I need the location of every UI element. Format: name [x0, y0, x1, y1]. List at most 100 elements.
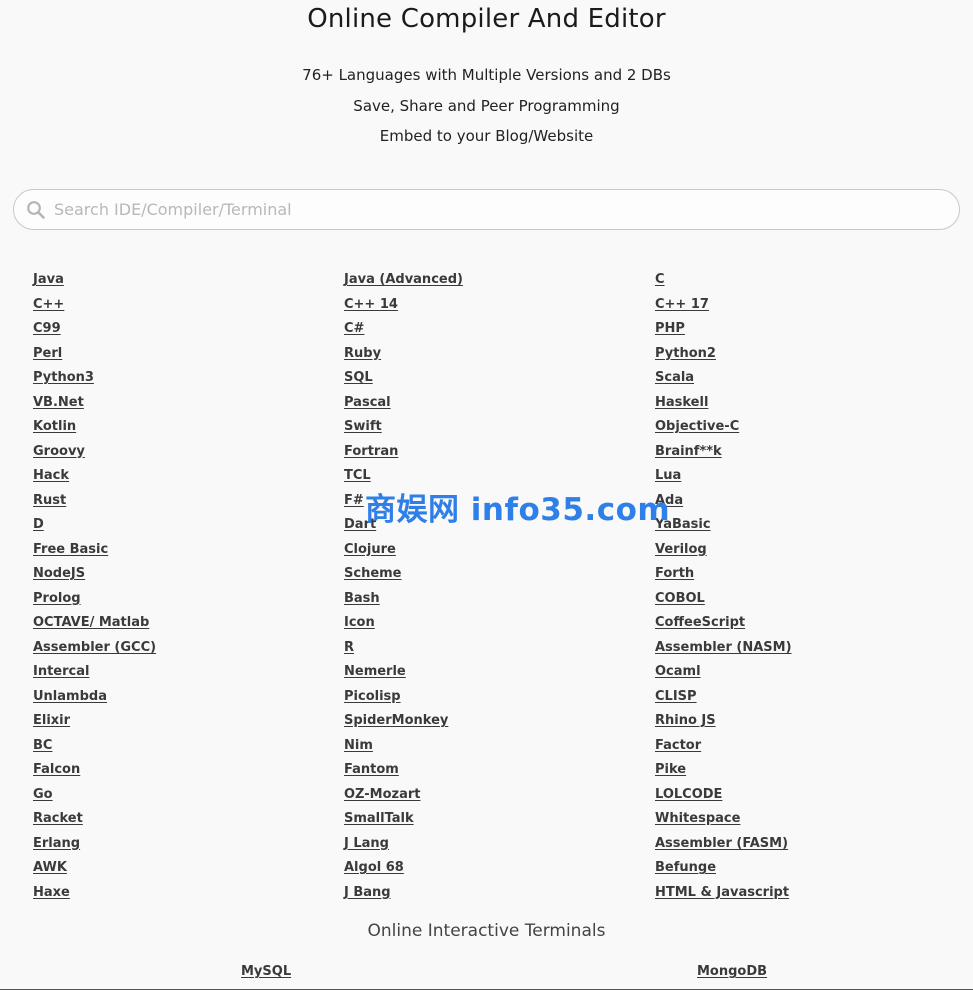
language-link[interactable]: D	[33, 517, 44, 532]
language-link[interactable]: Prolog	[33, 591, 81, 606]
language-link[interactable]: Go	[33, 787, 53, 802]
language-link[interactable]: Hack	[33, 468, 69, 483]
language-link[interactable]: C++ 17	[655, 297, 709, 312]
language-link[interactable]: PHP	[655, 321, 685, 336]
language-link[interactable]: Unlambda	[33, 689, 107, 704]
language-link[interactable]: CoffeeScript	[655, 615, 745, 630]
list-item: SpiderMonkey	[344, 709, 463, 734]
language-link[interactable]: Python3	[33, 370, 94, 385]
language-link[interactable]: Swift	[344, 419, 382, 434]
language-link[interactable]: Ocaml	[655, 664, 701, 679]
language-link[interactable]: Java	[33, 272, 64, 287]
language-link[interactable]: Free Basic	[33, 542, 108, 557]
language-link[interactable]: Groovy	[33, 444, 85, 459]
language-link[interactable]: C99	[33, 321, 61, 336]
list-item: HTML & Javascript	[655, 881, 792, 906]
language-link[interactable]: SmallTalk	[344, 811, 414, 826]
language-link[interactable]: Intercal	[33, 664, 89, 679]
language-link[interactable]: Haxe	[33, 885, 70, 900]
list-item: VB.Net	[33, 391, 156, 416]
language-link[interactable]: YaBasic	[655, 517, 711, 532]
language-link[interactable]: Picolisp	[344, 689, 401, 704]
search-input[interactable]	[54, 190, 944, 229]
language-link[interactable]: COBOL	[655, 591, 705, 606]
language-link[interactable]: Assembler (FASM)	[655, 836, 788, 851]
language-link[interactable]: Icon	[344, 615, 375, 630]
language-link[interactable]: Fantom	[344, 762, 399, 777]
language-link[interactable]: Rust	[33, 493, 66, 508]
terminal-link-mysql[interactable]: MySQL	[241, 964, 291, 979]
list-item: Bash	[344, 587, 463, 612]
language-link[interactable]: Whitespace	[655, 811, 740, 826]
language-link[interactable]: C	[655, 272, 665, 287]
list-item: J Bang	[344, 881, 463, 906]
language-link[interactable]: Elixir	[33, 713, 70, 728]
list-item: Brainf**k	[655, 440, 792, 465]
search-box[interactable]	[13, 189, 960, 230]
list-item: J Lang	[344, 832, 463, 857]
language-link[interactable]: SQL	[344, 370, 373, 385]
language-link[interactable]: Falcon	[33, 762, 80, 777]
language-link[interactable]: Pascal	[344, 395, 391, 410]
language-link[interactable]: OZ-Mozart	[344, 787, 420, 802]
language-link[interactable]: OCTAVE/ Matlab	[33, 615, 149, 630]
language-link[interactable]: C#	[344, 321, 364, 336]
list-item: Free Basic	[33, 538, 156, 563]
list-item: D	[33, 513, 156, 538]
language-link[interactable]: Scala	[655, 370, 694, 385]
language-link[interactable]: Factor	[655, 738, 701, 753]
language-link[interactable]: Ada	[655, 493, 683, 508]
list-item: Rhino JS	[655, 709, 792, 734]
language-link[interactable]: Java (Advanced)	[344, 272, 463, 287]
language-link[interactable]: VB.Net	[33, 395, 84, 410]
list-item: YaBasic	[655, 513, 792, 538]
language-link[interactable]: Befunge	[655, 860, 716, 875]
language-link[interactable]: CLISP	[655, 689, 697, 704]
language-link[interactable]: Dart	[344, 517, 376, 532]
language-link[interactable]: C++	[33, 297, 64, 312]
language-link[interactable]: Perl	[33, 346, 62, 361]
language-link[interactable]: Haskell	[655, 395, 708, 410]
list-item: C#	[344, 317, 463, 342]
language-link[interactable]: Pike	[655, 762, 686, 777]
list-item: Groovy	[33, 440, 156, 465]
language-link[interactable]: Fortran	[344, 444, 398, 459]
language-link[interactable]: J Bang	[344, 885, 391, 900]
language-link[interactable]: SpiderMonkey	[344, 713, 448, 728]
language-link[interactable]: Erlang	[33, 836, 80, 851]
language-link[interactable]: Brainf**k	[655, 444, 722, 459]
list-item: SmallTalk	[344, 807, 463, 832]
language-link[interactable]: Python2	[655, 346, 716, 361]
language-link[interactable]: Ruby	[344, 346, 381, 361]
language-link[interactable]: HTML & Javascript	[655, 885, 789, 900]
terminal-link-mongodb[interactable]: MongoDB	[697, 964, 767, 979]
language-link[interactable]: J Lang	[344, 836, 389, 851]
list-item: C	[655, 268, 792, 293]
language-link[interactable]: BC	[33, 738, 52, 753]
language-link[interactable]: Assembler (GCC)	[33, 640, 156, 655]
language-link[interactable]: Racket	[33, 811, 83, 826]
list-item: Assembler (GCC)	[33, 636, 156, 661]
language-link[interactable]: TCL	[344, 468, 371, 483]
language-link[interactable]: Clojure	[344, 542, 396, 557]
language-link[interactable]: Objective-C	[655, 419, 739, 434]
language-link[interactable]: Assembler (NASM)	[655, 640, 792, 655]
language-link[interactable]: F#	[344, 493, 364, 508]
language-link[interactable]: R	[344, 640, 354, 655]
language-link[interactable]: Lua	[655, 468, 681, 483]
language-column-1: Java C++ C99 Perl Python3 VB.Net Kotlin Groovy H…	[33, 268, 156, 905]
language-link[interactable]: AWK	[33, 860, 67, 875]
language-link[interactable]: C++ 14	[344, 297, 398, 312]
language-link[interactable]: Bash	[344, 591, 380, 606]
language-link[interactable]: Nemerle	[344, 664, 406, 679]
language-link[interactable]: Forth	[655, 566, 694, 581]
language-link[interactable]: Kotlin	[33, 419, 76, 434]
language-link[interactable]: NodeJS	[33, 566, 85, 581]
language-link[interactable]: Verilog	[655, 542, 707, 557]
language-link[interactable]: Nim	[344, 738, 373, 753]
language-link[interactable]: Rhino JS	[655, 713, 716, 728]
list-item: Haxe	[33, 881, 156, 906]
language-link[interactable]: Scheme	[344, 566, 402, 581]
language-link[interactable]: Algol 68	[344, 860, 404, 875]
language-link[interactable]: LOLCODE	[655, 787, 722, 802]
